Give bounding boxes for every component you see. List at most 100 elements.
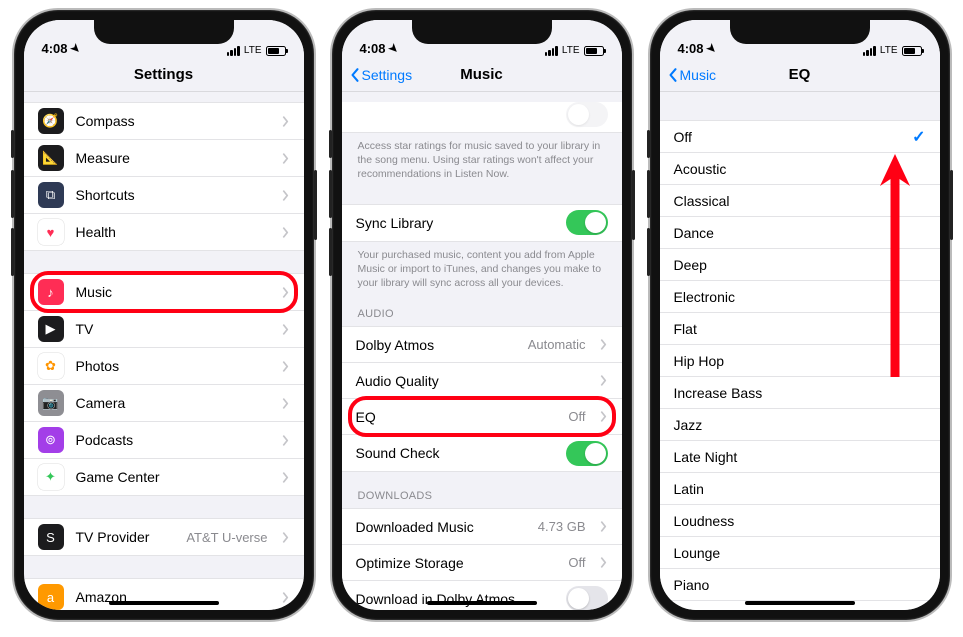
eq-option-off[interactable]: Off ✓	[660, 121, 940, 153]
eq-option-jazz[interactable]: Jazz	[660, 409, 940, 441]
eq-option-electronic[interactable]: Electronic	[660, 281, 940, 313]
settings-row-amazon[interactable]: a Amazon	[24, 579, 304, 610]
footer-text: Access star ratings for music saved to y…	[342, 133, 622, 182]
back-button[interactable]: Settings	[350, 67, 413, 83]
measure-icon: 📐	[38, 145, 64, 171]
download-dolby-toggle[interactable]	[566, 586, 608, 610]
row-label: Podcasts	[76, 432, 270, 448]
settings-row-camera[interactable]: 📷 Camera	[24, 385, 304, 422]
settings-row-compass[interactable]: 🧭 Compass	[24, 103, 304, 140]
battery-icon	[902, 46, 922, 56]
signal-icon	[227, 46, 240, 56]
settings-row-photos[interactable]: ✿ Photos	[24, 348, 304, 385]
group-header-audio: AUDIO	[342, 308, 622, 326]
location-icon: ➤	[385, 41, 401, 57]
settings-list[interactable]: 🧭 Compass 📐 Measure ⧉ Shortcuts ♥ Health	[24, 92, 304, 610]
row-label: Measure	[76, 150, 270, 166]
chevron-right-icon	[600, 375, 608, 386]
chevron-right-icon	[282, 472, 290, 483]
eq-option-deep[interactable]: Deep	[660, 249, 940, 281]
settings-row-podcasts[interactable]: ⊚ Podcasts	[24, 422, 304, 459]
chevron-right-icon	[282, 435, 290, 446]
settings-row-music[interactable]: ♪ Music	[24, 274, 304, 311]
chevron-right-icon	[282, 324, 290, 335]
chevron-right-icon	[282, 592, 290, 603]
navbar: Music EQ	[660, 58, 940, 92]
row-sound-check[interactable]: Sound Check	[342, 435, 622, 471]
amazon-icon: a	[38, 584, 64, 610]
eq-option-latin[interactable]: Latin	[660, 473, 940, 505]
chevron-right-icon	[282, 532, 290, 543]
chevron-right-icon	[282, 116, 290, 127]
navbar: Settings	[24, 58, 304, 92]
page-title: EQ	[789, 66, 811, 83]
checkmark-icon: ✓	[912, 127, 926, 147]
eq-option-late night[interactable]: Late Night	[660, 441, 940, 473]
camera-icon: 📷	[38, 390, 64, 416]
eq-option-hip hop[interactable]: Hip Hop	[660, 345, 940, 377]
page-title: Settings	[134, 66, 193, 83]
music-settings[interactable]: Access star ratings for music saved to y…	[342, 92, 622, 610]
chevron-right-icon	[600, 339, 608, 350]
settings-row-tv-provider[interactable]: S TV Provider AT&T U-verse	[24, 519, 304, 555]
chevron-right-icon	[282, 190, 290, 201]
sync-library-toggle[interactable]	[566, 210, 608, 235]
music-icon: ♪	[38, 279, 64, 305]
location-icon: ➤	[703, 41, 719, 57]
shortcuts-icon: ⧉	[38, 182, 64, 208]
tv-icon: ▶	[38, 316, 64, 342]
star-ratings-toggle[interactable]	[566, 102, 608, 127]
eq-list[interactable]: Off ✓ Acoustic Classical Dance Deep Elec…	[660, 92, 940, 610]
settings-row-game-center[interactable]: ✦ Game Center	[24, 459, 304, 495]
health-icon: ♥	[38, 219, 64, 245]
chevron-right-icon	[600, 521, 608, 532]
sound-check-toggle[interactable]	[566, 441, 608, 466]
row-label: Photos	[76, 358, 270, 374]
eq-option-piano[interactable]: Piano	[660, 569, 940, 601]
settings-row-tv[interactable]: ▶ TV	[24, 311, 304, 348]
row-download-dolby[interactable]: Download in Dolby Atmos	[342, 581, 622, 610]
row-label: Game Center	[76, 469, 270, 485]
eq-option-loudness[interactable]: Loudness	[660, 505, 940, 537]
battery-icon	[584, 46, 604, 56]
sync-library-row[interactable]: Sync Library	[342, 205, 622, 241]
row-optimize-storage[interactable]: Optimize Storage Off	[342, 545, 622, 581]
row-label: TV	[76, 321, 270, 337]
signal-icon	[863, 46, 876, 56]
chevron-right-icon	[282, 153, 290, 164]
eq-option-acoustic[interactable]: Acoustic	[660, 153, 940, 185]
row-downloaded-music[interactable]: Downloaded Music 4.73 GB	[342, 509, 622, 545]
eq-option-dance[interactable]: Dance	[660, 217, 940, 249]
navbar: Settings Music	[342, 58, 622, 92]
row-dolby-atmos[interactable]: Dolby Atmos Automatic	[342, 327, 622, 363]
eq-option-flat[interactable]: Flat	[660, 313, 940, 345]
settings-row-shortcuts[interactable]: ⧉ Shortcuts	[24, 177, 304, 214]
tv-provider-icon: S	[38, 524, 64, 550]
row-label: Music	[76, 284, 270, 300]
home-indicator[interactable]	[745, 601, 855, 605]
home-indicator[interactable]	[427, 601, 537, 605]
chevron-right-icon	[282, 227, 290, 238]
location-icon: ➤	[67, 41, 83, 57]
eq-option-lounge[interactable]: Lounge	[660, 537, 940, 569]
star-ratings-row[interactable]	[342, 102, 622, 132]
row-audio-quality[interactable]: Audio Quality	[342, 363, 622, 399]
back-button[interactable]: Music	[668, 67, 717, 83]
compass-icon: 🧭	[38, 108, 64, 134]
chevron-right-icon	[600, 411, 608, 422]
home-indicator[interactable]	[109, 601, 219, 605]
group-header-downloads: DOWNLOADS	[342, 490, 622, 508]
chevron-right-icon	[282, 287, 290, 298]
page-title: Music	[460, 66, 503, 83]
row-value: AT&T U-verse	[186, 530, 267, 545]
row-eq[interactable]: EQ Off	[342, 399, 622, 435]
eq-option-increase bass[interactable]: Increase Bass	[660, 377, 940, 409]
eq-option-classical[interactable]: Classical	[660, 185, 940, 217]
settings-row-measure[interactable]: 📐 Measure	[24, 140, 304, 177]
game-center-icon: ✦	[38, 464, 64, 490]
settings-row-health[interactable]: ♥ Health	[24, 214, 304, 250]
photos-icon: ✿	[38, 353, 64, 379]
row-label: Camera	[76, 395, 270, 411]
row-label: Compass	[76, 113, 270, 129]
row-label: TV Provider	[76, 529, 175, 545]
